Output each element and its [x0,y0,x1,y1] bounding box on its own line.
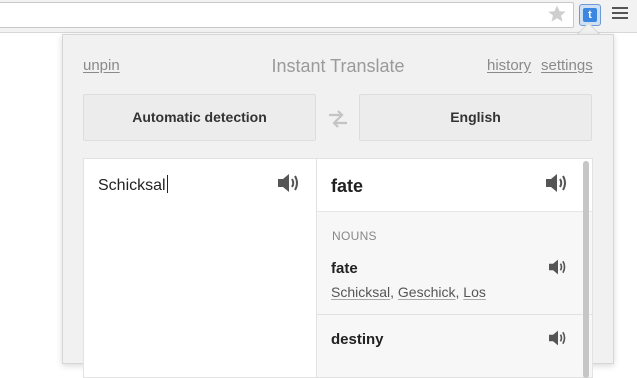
speaker-icon[interactable] [544,172,570,194]
entry-divider [317,314,592,315]
speaker-icon[interactable] [276,172,302,194]
source-text-area[interactable]: Schicksal [83,158,317,378]
main-translation: fate [331,176,364,196]
address-bar[interactable] [0,2,574,28]
entry-word[interactable]: destiny [331,331,384,348]
entry-word[interactable]: fate [331,260,358,277]
synonym-list: Schicksal, Geschick, Los [331,284,486,300]
target-language-button[interactable]: English [359,94,592,141]
history-link[interactable]: history [487,57,531,74]
instant-translate-extension-button[interactable]: t [579,4,601,26]
translate-popup: unpin Instant Translate history settings… [62,34,614,378]
source-text: Schicksal [98,175,168,194]
part-of-speech-label: NOUNS [332,229,377,243]
hamburger-icon[interactable] [612,7,628,23]
translation-result-panel: fate NOUNS fate Schicksal, Geschick, Los… [317,158,593,378]
synonym-link[interactable]: Los [463,284,486,300]
main-translation-row: fate [317,159,592,212]
speaker-icon[interactable] [547,329,569,347]
speaker-icon[interactable] [547,258,569,276]
settings-link[interactable]: settings [541,57,593,74]
synonym-link[interactable]: Geschick [398,284,456,300]
star-icon[interactable] [547,4,567,24]
translate-icon: t [583,8,597,22]
browser-toolbar: t [0,0,637,33]
synonym-link[interactable]: Schicksal [331,284,390,300]
swap-arrows-icon[interactable] [326,108,350,130]
scrollbar-thumb[interactable] [583,161,589,378]
source-language-button[interactable]: Automatic detection [83,94,316,141]
